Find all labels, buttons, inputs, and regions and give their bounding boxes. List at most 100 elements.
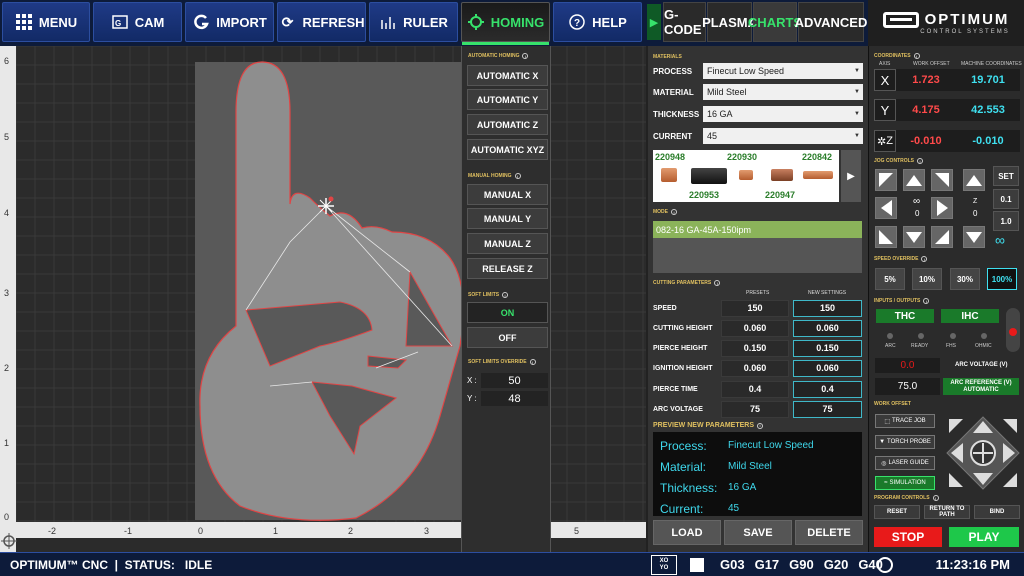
set-button[interactable]: SET <box>993 166 1019 186</box>
cam-icon: G <box>111 13 129 31</box>
stop-button[interactable]: STOP <box>874 527 942 547</box>
arrow-down-left-icon <box>879 230 893 244</box>
bind-button[interactable]: BIND <box>974 505 1020 519</box>
work-offset-title: WORK OFFSET <box>874 401 911 407</box>
arc-reference-mode-button[interactable]: ARC REFERENCE (V) AUTOMATIC <box>943 378 1019 395</box>
materials-title: MATERIALS <box>653 54 682 60</box>
play-button[interactable]: PLAY <box>949 527 1019 547</box>
jog-z-up-button[interactable] <box>963 169 985 191</box>
tab-charts[interactable]: CHARTS <box>748 2 802 42</box>
jog-down-right-button[interactable] <box>931 226 953 248</box>
arrow-right-icon <box>936 200 948 216</box>
pierce-height-input[interactable]: 0.150 <box>793 339 862 357</box>
delete-button[interactable]: DELETE <box>795 520 863 545</box>
axis-x-button[interactable]: X <box>874 69 896 91</box>
tab-plasma[interactable]: PLASMA <box>702 2 757 42</box>
pierce-time-input[interactable]: 0.4 <box>793 380 862 398</box>
arrow-up-icon <box>906 174 922 186</box>
active-gcodes: G03 G17 G90 G20 G40 <box>720 557 883 572</box>
axis-y-button[interactable]: Y <box>874 99 896 121</box>
y-tick-label: 4 <box>4 208 9 218</box>
speed-100-button[interactable]: 100% <box>987 268 1017 290</box>
ignition-height-input[interactable]: 0.060 <box>793 359 862 377</box>
ruler-button[interactable]: RULER <box>369 2 458 42</box>
tab-advanced[interactable]: ADVANCED <box>795 2 867 42</box>
cam-button[interactable]: G CAM <box>93 2 182 42</box>
mode-item-selected[interactable]: 082-16 GA-45A-150ipm <box>653 221 862 238</box>
axis-z-button[interactable]: ✲ Z <box>874 130 896 152</box>
reset-button[interactable]: RESET <box>874 505 920 519</box>
manual-y-button[interactable]: MANUAL Y <box>467 208 548 229</box>
menu-button[interactable]: MENU <box>2 2 90 42</box>
return-to-path-button[interactable]: RETURN TO PATH <box>924 505 970 519</box>
automatic-z-button[interactable]: AUTOMATIC Z <box>467 114 548 135</box>
jog-up-button[interactable] <box>903 169 925 191</box>
automatic-xyz-button[interactable]: AUTOMATIC XYZ <box>467 139 548 160</box>
x-tick-label: 5 <box>574 526 579 536</box>
plasma-parameters-panel: MATERIALS PROCESS Finecut Low Speed MATE… <box>646 46 868 552</box>
step-10-button[interactable]: 1.0 <box>993 211 1019 231</box>
refresh-button[interactable]: ⟳ REFRESH <box>277 2 366 42</box>
manual-x-button[interactable]: MANUAL X <box>467 184 548 205</box>
jog-up-right-button[interactable] <box>931 169 953 191</box>
jog-down-left-button[interactable] <box>875 226 897 248</box>
speed-5-button[interactable]: 5% <box>875 268 905 290</box>
torch-probe-button[interactable]: ▼ TORCH PROBE <box>875 435 935 449</box>
continuous-jog-button[interactable]: ∞ <box>995 232 1005 248</box>
work-offset-dpad[interactable] <box>945 415 1021 491</box>
override-x-input[interactable]: 50 <box>481 373 548 388</box>
y-tick-label: 5 <box>4 132 9 142</box>
speed-10-button[interactable]: 10% <box>912 268 942 290</box>
save-button[interactable]: SAVE <box>724 520 792 545</box>
jog-right-button[interactable] <box>931 197 953 219</box>
jog-left-button[interactable] <box>875 197 897 219</box>
release-z-button[interactable]: RELEASE Z <box>467 258 548 279</box>
manual-z-button[interactable]: MANUAL Z <box>467 233 548 254</box>
thickness-select[interactable]: 16 GA <box>703 106 863 122</box>
material-select[interactable]: Mild Steel <box>703 84 863 100</box>
io-scroll-track[interactable] <box>1006 308 1020 352</box>
panel-toggle-icon[interactable]: ▶ <box>647 4 661 40</box>
ready-led <box>918 333 924 339</box>
import-button[interactable]: IMPORT <box>185 2 274 42</box>
simulation-button[interactable]: ≈ SIMULATION <box>875 476 935 490</box>
arrow-left-icon <box>880 200 892 216</box>
cutting-height-input[interactable]: 0.060 <box>793 319 862 337</box>
current-select[interactable]: 45 <box>703 128 863 144</box>
soft-limits-on-button[interactable]: ON <box>467 302 548 323</box>
y-tick-label: 0 <box>4 512 9 522</box>
automatic-x-button[interactable]: AUTOMATIC X <box>467 65 548 86</box>
fhs-led <box>950 333 956 339</box>
stop-square-icon[interactable] <box>690 558 704 572</box>
ihc-toggle[interactable]: IHC <box>941 309 999 323</box>
jog-down-button[interactable] <box>903 226 925 248</box>
arrow-down-icon <box>906 231 922 243</box>
arc-voltage-input[interactable]: 75 <box>793 400 862 418</box>
xy-origin-button[interactable]: XO YO <box>651 555 677 575</box>
jog-up-left-button[interactable] <box>875 169 897 191</box>
arc-reference-input[interactable]: 75.0 <box>875 378 940 395</box>
automatic-y-button[interactable]: AUTOMATIC Y <box>467 89 548 110</box>
step-01-button[interactable]: 0.1 <box>993 189 1019 209</box>
load-button[interactable]: LOAD <box>653 520 721 545</box>
compass-icon[interactable] <box>877 557 893 573</box>
trace-job-button[interactable]: ⬚ TRACE JOB <box>875 414 935 428</box>
laser-guide-button[interactable]: ◎ LASER GUIDE <box>875 456 935 470</box>
speed-30-button[interactable]: 30% <box>950 268 980 290</box>
jog-z-down-button[interactable] <box>963 226 985 248</box>
cutting-parameters-title: CUTTING PARAMETERS i <box>653 280 721 286</box>
soft-limits-off-button[interactable]: OFF <box>467 327 548 348</box>
consumables-next-icon[interactable]: ▶ <box>841 150 861 202</box>
process-select[interactable]: Finecut Low Speed <box>703 63 863 79</box>
info-icon: i <box>757 422 763 429</box>
homing-button[interactable]: HOMING <box>461 2 550 45</box>
tab-gcode[interactable]: G-CODE <box>663 2 706 42</box>
thc-toggle[interactable]: THC <box>876 309 934 323</box>
override-y-input[interactable]: 48 <box>481 391 548 406</box>
x-tick-label: -1 <box>124 526 132 536</box>
info-icon: i <box>522 53 529 59</box>
speed-input[interactable]: 150 <box>793 299 862 317</box>
logo-mark-icon <box>882 11 919 28</box>
help-button[interactable]: ? HELP <box>553 2 642 42</box>
grid-icon <box>15 13 33 31</box>
